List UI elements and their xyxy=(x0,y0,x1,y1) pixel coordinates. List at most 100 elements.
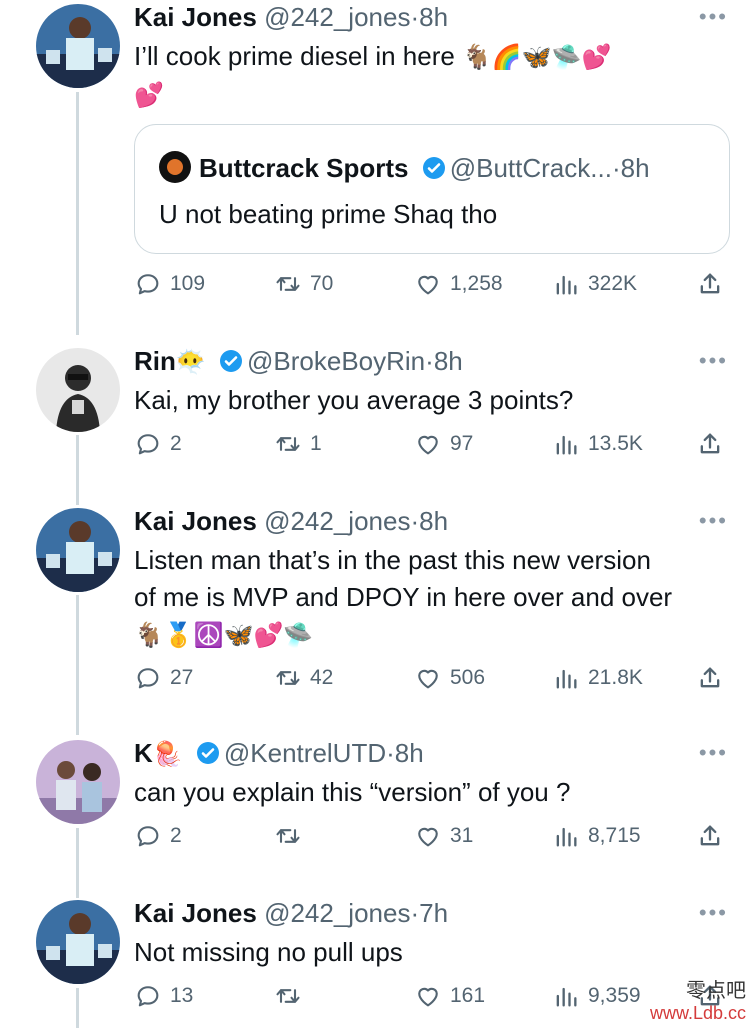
watermark-url: www.Ldb.cc xyxy=(649,1003,746,1023)
tweet[interactable]: Kai Jones @242_jones·8h ••• I’ll cook pr… xyxy=(0,0,750,330)
separator-dot: · xyxy=(410,898,420,928)
tweet[interactable]: Rin😶‍🌫️ @BrokeBoyRin·8h ••• Kai, my brot… xyxy=(0,344,750,484)
share-button[interactable] xyxy=(696,430,732,458)
retweet-button[interactable]: 70 xyxy=(274,270,333,298)
avatar[interactable] xyxy=(36,740,120,824)
reply-button[interactable]: 13 xyxy=(134,982,193,1010)
verified-badge-icon xyxy=(220,350,243,372)
reply-icon xyxy=(137,434,159,455)
display-name[interactable]: Kai Jones xyxy=(134,2,257,32)
separator-dot: · xyxy=(410,506,420,536)
display-name[interactable]: Rin xyxy=(134,346,176,376)
reply-icon xyxy=(137,986,159,1007)
more-options-icon[interactable]: ••• xyxy=(699,348,728,374)
share-button[interactable] xyxy=(696,822,732,850)
tweet-text-line: Kai, my brother you average 3 points? xyxy=(134,385,574,415)
views-button[interactable]: 9,359 xyxy=(552,982,641,1010)
tweet[interactable]: Kai Jones @242_jones·7h ••• Not missing … xyxy=(0,896,750,1026)
tweet-header: K🪼 @KentrelUTD·8h xyxy=(134,736,424,771)
tweet-text-line: can you explain this “version” of you ? xyxy=(134,777,571,807)
views-button[interactable]: 8,715 xyxy=(552,822,641,850)
reply-button[interactable]: 2 xyxy=(134,430,182,458)
like-button[interactable]: 506 xyxy=(414,664,485,692)
handle[interactable]: @242_jones xyxy=(264,898,410,928)
timestamp[interactable]: 8h xyxy=(419,2,448,32)
quoted-tweet[interactable]: Buttcrack Sports @ButtCrack...·8h U not … xyxy=(134,124,730,254)
like-button[interactable]: 1,258 xyxy=(414,270,503,298)
like-button[interactable]: 161 xyxy=(414,982,485,1010)
reply-count: 2 xyxy=(170,432,182,455)
tweet[interactable]: Kai Jones @242_jones·8h ••• Listen man t… xyxy=(0,504,750,704)
heart-icon xyxy=(418,987,438,1007)
tweet-text: Kai, my brother you average 3 points? xyxy=(134,382,724,419)
emoji-sequence: 🐐🌈🦋🛸💕 xyxy=(462,43,612,71)
more-options-icon[interactable]: ••• xyxy=(699,740,728,766)
retweet-button[interactable]: 42 xyxy=(274,664,333,692)
action-bar: 13 161 9,359 xyxy=(134,982,734,1012)
tweet-text-line: of me is MVP and DPOY in here over and o… xyxy=(134,582,673,612)
views-icon xyxy=(556,435,577,455)
retweet-count: 1 xyxy=(310,432,322,455)
reply-icon xyxy=(137,668,159,689)
tweet-text-line: Not missing no pull ups xyxy=(134,937,403,967)
more-options-icon[interactable]: ••• xyxy=(699,508,728,534)
retweet-icon xyxy=(276,437,300,451)
retweet-button[interactable] xyxy=(274,822,310,850)
retweet-icon xyxy=(276,671,300,685)
views-button[interactable]: 322K xyxy=(552,270,637,298)
handle[interactable]: @BrokeBoyRin xyxy=(247,346,425,376)
share-icon xyxy=(700,273,720,294)
like-count: 1,258 xyxy=(450,272,503,295)
avatar[interactable] xyxy=(36,4,120,88)
action-bar: 2 31 8,715 xyxy=(134,822,734,852)
separator-dot: · xyxy=(425,346,434,376)
reply-button[interactable]: 2 xyxy=(134,822,182,850)
tweet-header: Kai Jones @242_jones·8h xyxy=(134,504,448,538)
tweet-text: can you explain this “version” of you ? xyxy=(134,774,724,811)
action-bar: 27 42 506 21.8K xyxy=(134,664,734,694)
reply-button[interactable]: 109 xyxy=(134,270,205,298)
views-button[interactable]: 13.5K xyxy=(552,430,643,458)
timestamp[interactable]: 8h xyxy=(395,738,424,768)
share-button[interactable] xyxy=(696,664,732,692)
share-icon xyxy=(700,667,720,688)
more-options-icon[interactable]: ••• xyxy=(699,900,728,926)
views-button[interactable]: 21.8K xyxy=(552,664,643,692)
display-name[interactable]: Kai Jones xyxy=(134,898,257,928)
like-count: 31 xyxy=(450,824,474,847)
watermark: 零点吧 www.Ldb.cc xyxy=(650,974,746,1024)
handle[interactable]: @KentrelUTD xyxy=(224,738,386,768)
quoted-tweet-text: U not beating prime Shaq tho xyxy=(159,199,498,229)
reply-icon xyxy=(137,274,159,295)
retweet-button[interactable]: 1 xyxy=(274,430,322,458)
views-icon xyxy=(556,275,577,295)
avatar[interactable] xyxy=(36,508,120,592)
views-icon xyxy=(556,669,577,689)
display-name[interactable]: K xyxy=(134,738,153,768)
retweet-button[interactable] xyxy=(274,982,310,1010)
quoted-handle: @ButtCrack... xyxy=(449,153,612,183)
action-bar: 2 1 97 13.5K xyxy=(134,430,734,460)
timestamp[interactable]: 7h xyxy=(419,898,448,928)
like-count: 161 xyxy=(450,984,486,1007)
timestamp[interactable]: 8h xyxy=(434,346,463,376)
tweet[interactable]: K🪼 @KentrelUTD·8h ••• can you explain th… xyxy=(0,736,750,876)
share-button[interactable] xyxy=(696,270,732,298)
display-name[interactable]: Kai Jones xyxy=(134,506,257,536)
retweet-count: 70 xyxy=(310,272,334,295)
handle[interactable]: @242_jones xyxy=(264,2,410,32)
handle[interactable]: @242_jones xyxy=(264,506,410,536)
timestamp[interactable]: 8h xyxy=(419,506,448,536)
view-count: 322K xyxy=(588,272,638,295)
share-icon xyxy=(700,825,720,846)
heart-icon xyxy=(418,827,438,847)
more-options-icon[interactable]: ••• xyxy=(699,4,728,30)
verified-badge-icon xyxy=(196,742,219,764)
name-emoji: 😶‍🌫️ xyxy=(175,348,206,376)
reply-button[interactable]: 27 xyxy=(134,664,193,692)
avatar[interactable] xyxy=(36,348,120,432)
view-count: 21.8K xyxy=(588,666,643,689)
avatar[interactable] xyxy=(36,900,120,984)
like-button[interactable]: 31 xyxy=(414,822,473,850)
like-button[interactable]: 97 xyxy=(414,430,473,458)
